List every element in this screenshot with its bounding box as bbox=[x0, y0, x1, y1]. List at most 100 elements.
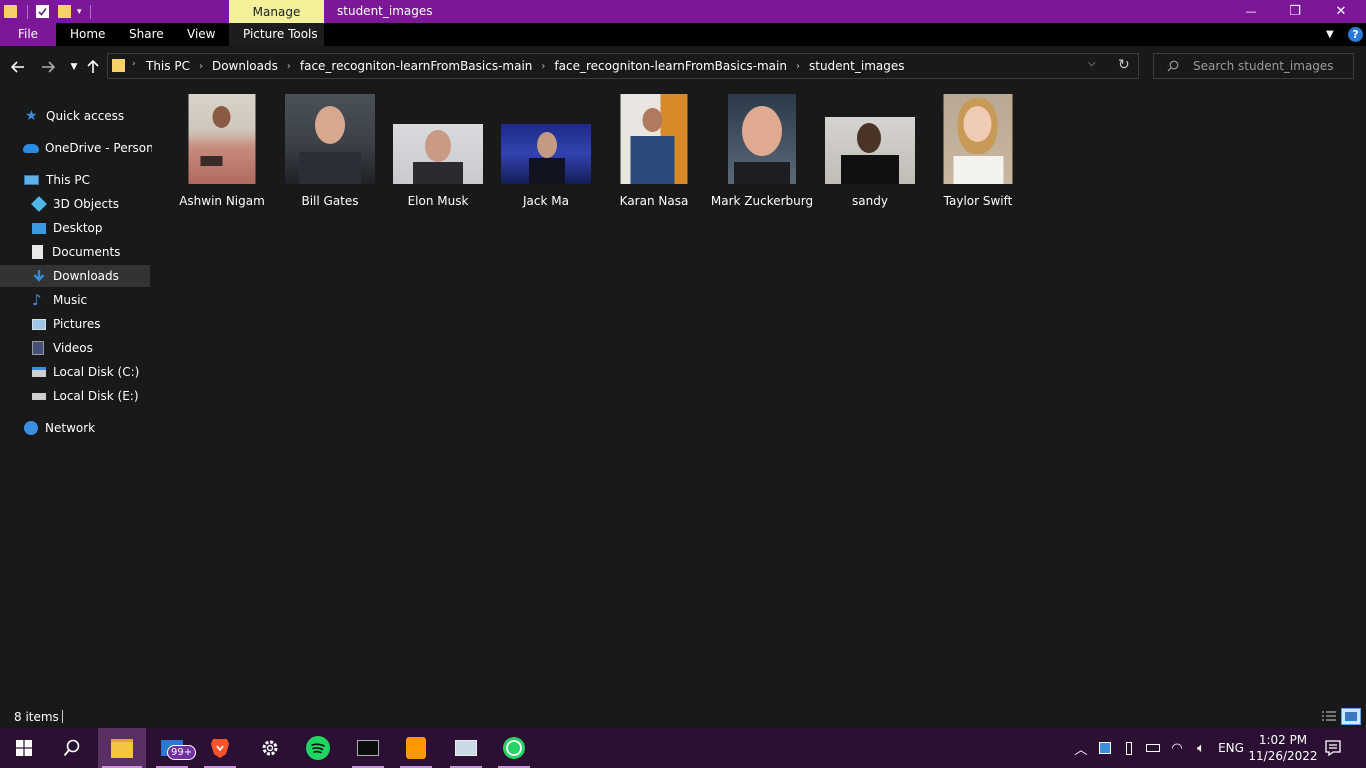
search-box[interactable]: Search student_images bbox=[1153, 53, 1354, 79]
nav-item-label: Downloads bbox=[53, 269, 119, 283]
search-placeholder: Search student_images bbox=[1193, 59, 1334, 73]
close-button[interactable]: ✕ bbox=[1318, 0, 1364, 23]
wifi-icon[interactable]: ◠ bbox=[1166, 728, 1188, 768]
file-name: Elon Musk bbox=[407, 194, 469, 208]
chevron-right-icon[interactable]: › bbox=[796, 61, 800, 72]
desktop-icon bbox=[32, 222, 46, 234]
nav-item-this-pc[interactable]: This PC bbox=[0, 169, 174, 191]
help-icon[interactable]: ? bbox=[1348, 27, 1363, 42]
address-dropdown-icon[interactable]: ⌵ bbox=[1088, 58, 1096, 69]
taskbar-photos[interactable] bbox=[442, 728, 490, 768]
restore-icon: ❐ bbox=[1289, 4, 1301, 19]
taskbar-sublime-text[interactable] bbox=[392, 728, 440, 768]
volume-icon[interactable]: 🔈︎ bbox=[1190, 728, 1212, 768]
taskbar-terminal[interactable] bbox=[344, 728, 392, 768]
file-item-ashwin-nigam[interactable]: Ashwin Nigam bbox=[172, 92, 272, 212]
tab-view[interactable]: View bbox=[187, 23, 215, 46]
taskbar-spotify[interactable] bbox=[294, 728, 342, 768]
chevron-up-icon: ︿ bbox=[1074, 742, 1088, 758]
chevron-right-icon[interactable]: › bbox=[287, 61, 291, 72]
chevron-right-icon[interactable]: › bbox=[541, 61, 545, 72]
customize-toolbar-icon[interactable]: ▾ bbox=[77, 7, 82, 17]
taskbar-file-explorer[interactable] bbox=[98, 728, 146, 768]
search-button[interactable] bbox=[48, 728, 96, 768]
tab-file[interactable]: File bbox=[0, 23, 56, 46]
file-item-mark-zuckerburg[interactable]: Mark Zuckerburg bbox=[711, 92, 813, 212]
start-button[interactable] bbox=[0, 728, 48, 768]
nav-item-quick-access[interactable]: ★ Quick access bbox=[0, 105, 175, 127]
nav-item-label: Music bbox=[53, 293, 88, 307]
forward-arrow-icon bbox=[42, 61, 55, 73]
tab-share[interactable]: Share bbox=[129, 23, 164, 46]
terminal-icon bbox=[357, 740, 379, 756]
photo-thumbnail bbox=[393, 124, 483, 184]
manage-tab[interactable]: Manage bbox=[229, 0, 324, 23]
address-bar[interactable]: › This PC › Downloads › face_recogniton-… bbox=[107, 53, 1139, 79]
show-hidden-icons-button[interactable]: ︿ bbox=[1070, 728, 1092, 768]
tab-picture-tools[interactable]: Picture Tools bbox=[243, 23, 318, 46]
breadcrumb-downloads[interactable]: Downloads bbox=[212, 59, 278, 73]
file-item-elon-musk[interactable]: Elon Musk bbox=[388, 92, 488, 212]
minimize-button[interactable]: — bbox=[1228, 0, 1274, 23]
folder-icon[interactable] bbox=[4, 5, 17, 18]
file-item-bill-gates[interactable]: Bill Gates bbox=[280, 92, 380, 212]
toolbar-divider bbox=[89, 4, 91, 19]
brave-icon bbox=[211, 739, 229, 758]
tab-home[interactable]: Home bbox=[70, 23, 105, 46]
details-view-icon[interactable] bbox=[1321, 710, 1337, 723]
up-button[interactable] bbox=[82, 56, 104, 78]
nav-item-onedrive[interactable]: OneDrive - Personal bbox=[0, 137, 173, 159]
file-item-taylor-swift[interactable]: Taylor Swift bbox=[928, 92, 1028, 212]
clock[interactable]: 1:02 PM 11/26/2022 bbox=[1248, 728, 1318, 768]
forward-button[interactable] bbox=[37, 56, 59, 78]
nav-item-label: Quick access bbox=[46, 109, 125, 123]
nav-item-label: OneDrive - Personal bbox=[45, 141, 165, 155]
navigation-row: ▼ › This PC › Downloads › face_recognito… bbox=[0, 46, 1366, 88]
chevron-down-icon: ▼ bbox=[70, 62, 78, 72]
large-icons-view-icon[interactable] bbox=[1341, 708, 1361, 725]
file-list: Ashwin Nigam Bill Gates Elon Musk Jack M… bbox=[152, 88, 1366, 704]
disk-icon bbox=[32, 392, 46, 400]
file-name: Bill Gates bbox=[301, 194, 359, 208]
battery-icon[interactable] bbox=[1142, 728, 1164, 768]
taskbar: 99+ ︿ ◠ 🔈︎ ENG 1:02 PM 11/26/2022 bbox=[0, 728, 1366, 768]
refresh-icon[interactable]: ↻ bbox=[1118, 57, 1130, 73]
chevron-right-icon[interactable]: › bbox=[199, 61, 203, 72]
breadcrumb-project[interactable]: face_recogniton-learnFromBasics-main bbox=[300, 59, 533, 73]
star-icon: ★ bbox=[25, 108, 38, 124]
mail-badge: 99+ bbox=[167, 745, 197, 760]
search-icon bbox=[1167, 60, 1179, 72]
nav-item-network[interactable]: Network bbox=[0, 417, 174, 439]
file-item-karan-nasa[interactable]: Karan Nasa bbox=[604, 92, 704, 212]
notification-center-button[interactable] bbox=[1318, 728, 1348, 768]
file-item-sandy[interactable]: sandy bbox=[820, 92, 920, 212]
taskbar-brave[interactable] bbox=[196, 728, 244, 768]
taskbar-mail[interactable]: 99+ bbox=[148, 728, 197, 768]
file-name: Taylor Swift bbox=[943, 194, 1013, 208]
expand-ribbon-icon[interactable]: ▼ bbox=[1326, 23, 1334, 46]
taskbar-settings[interactable] bbox=[246, 728, 294, 768]
breadcrumb-this-pc[interactable]: This PC bbox=[146, 59, 190, 73]
back-button[interactable] bbox=[7, 56, 29, 78]
language-indicator[interactable]: ENG bbox=[1214, 728, 1248, 768]
breadcrumb-student-images[interactable]: student_images bbox=[809, 59, 905, 73]
properties-icon[interactable] bbox=[36, 5, 49, 18]
tray-display-icon[interactable] bbox=[1094, 728, 1116, 768]
photo-thumbnail bbox=[620, 94, 688, 184]
title-bar: ▾ Manage student_images — ❐ ✕ bbox=[0, 0, 1366, 23]
photos-icon bbox=[455, 740, 477, 756]
folder-icon bbox=[112, 59, 125, 72]
video-icon bbox=[32, 341, 44, 355]
taskbar-whatsapp[interactable] bbox=[490, 728, 538, 768]
maximize-button[interactable]: ❐ bbox=[1272, 0, 1318, 23]
item-count: 8 items bbox=[14, 710, 59, 724]
chevron-right-icon[interactable]: › bbox=[132, 59, 136, 69]
nav-item-downloads[interactable]: Downloads bbox=[0, 265, 150, 287]
tray-usb-icon[interactable] bbox=[1118, 728, 1140, 768]
nav-item-label: Videos bbox=[53, 341, 93, 355]
breadcrumb-project-inner[interactable]: face_recogniton-learnFromBasics-main bbox=[554, 59, 787, 73]
nav-item-label: Desktop bbox=[53, 221, 103, 235]
new-folder-icon[interactable] bbox=[58, 5, 71, 18]
ribbon: File Home Share View Picture Tools ▼ ? bbox=[0, 23, 1366, 46]
file-item-jack-ma[interactable]: Jack Ma bbox=[496, 92, 596, 212]
